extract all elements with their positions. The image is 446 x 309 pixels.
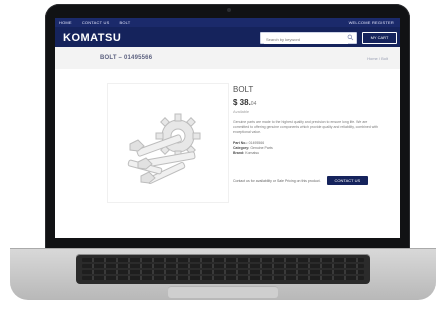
- contact-text: Contact us for availability or Sale Pric…: [233, 178, 321, 183]
- product-meta: Part No.: 01495566 Category: Genuine Par…: [233, 141, 388, 156]
- laptop-mockup: HOME CONTACT US BOLT WELCOME REGISTER KO…: [0, 0, 446, 309]
- contact-row: Contact us for availability or Sale Pric…: [233, 176, 369, 185]
- laptop-keyboard: [76, 254, 370, 284]
- product-image[interactable]: [107, 83, 229, 203]
- brand-label: Brand:: [233, 151, 245, 155]
- welcome-register-link[interactable]: WELCOME REGISTER: [349, 20, 394, 25]
- breadcrumb[interactable]: Home / Bolt: [367, 56, 388, 61]
- laptop-bezel: HOME CONTACT US BOLT WELCOME REGISTER KO…: [45, 4, 410, 250]
- search-bar: [260, 32, 357, 44]
- category-value[interactable]: Genuine Parts: [250, 146, 272, 150]
- search-icon[interactable]: [347, 34, 354, 41]
- camera-icon: [227, 8, 231, 12]
- bolt-illustration: [127, 113, 201, 185]
- top-nav: HOME CONTACT US BOLT: [59, 20, 130, 25]
- key-row: [82, 270, 364, 274]
- product-description: Genuine parts are made to the highest qu…: [233, 120, 379, 134]
- site-header: KOMATSU MY CART: [55, 27, 400, 47]
- search-input[interactable]: [264, 34, 348, 44]
- part-number-label: Part No.:: [233, 141, 248, 145]
- product-name: BOLT: [233, 85, 254, 94]
- key-row: [82, 264, 364, 268]
- contact-us-button[interactable]: CONTACT US: [326, 176, 369, 185]
- page-title: BOLT – 01495566: [100, 55, 153, 61]
- key-row: [82, 258, 364, 262]
- komatsu-logo[interactable]: KOMATSU: [63, 32, 121, 44]
- category-label: Category:: [233, 146, 250, 150]
- cart-button[interactable]: MY CART: [362, 32, 397, 44]
- price-main: $ 38.: [233, 98, 251, 107]
- trackpad: [168, 286, 278, 298]
- stock-status: Available: [233, 109, 250, 114]
- brand-value[interactable]: Komatsu: [245, 151, 259, 155]
- nav-bolt-link[interactable]: BOLT: [119, 20, 130, 25]
- screen: HOME CONTACT US BOLT WELCOME REGISTER KO…: [55, 18, 400, 238]
- nav-home-link[interactable]: HOME: [59, 20, 72, 25]
- top-utility-bar: HOME CONTACT US BOLT WELCOME REGISTER: [55, 18, 400, 27]
- page-title-bar: BOLT – 01495566 Home / Bolt: [55, 47, 400, 69]
- product-info: BOLT $ 38.04 Available Genuine parts are…: [233, 85, 388, 156]
- footer-blank: [55, 206, 400, 238]
- brand-row: Brand: Komatsu: [233, 151, 388, 156]
- nav-contact-link[interactable]: CONTACT US: [82, 20, 110, 25]
- part-number-value: 01495566: [248, 141, 265, 145]
- price-fraction: 04: [250, 101, 257, 107]
- product-price: $ 38.04: [233, 98, 388, 107]
- key-row: [82, 276, 364, 280]
